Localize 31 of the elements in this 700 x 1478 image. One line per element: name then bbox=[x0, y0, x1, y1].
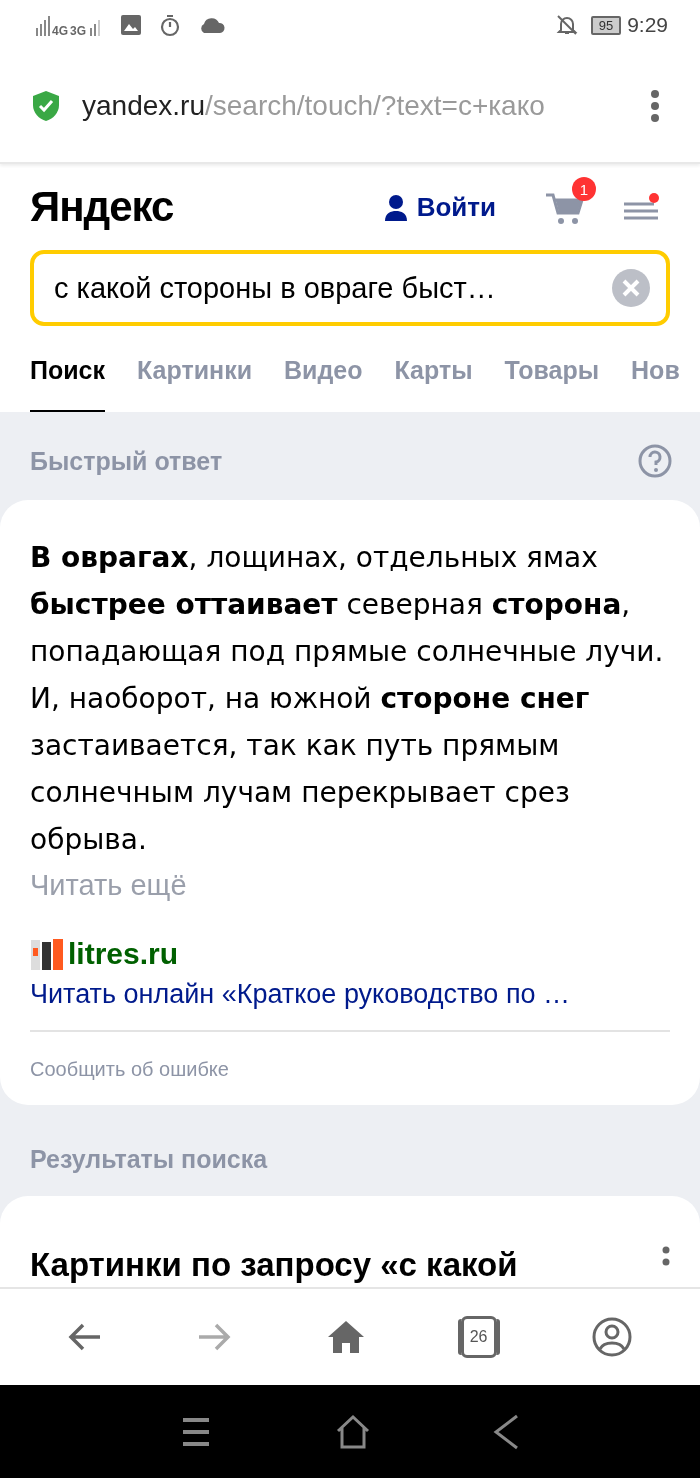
back-icon[interactable] bbox=[493, 1413, 519, 1450]
shield-check-icon bbox=[32, 90, 60, 122]
network-label: 3G bbox=[70, 24, 87, 38]
answer-text: В оврагах, лощинах, отдельных ямах быстрее оттаивает северная сторона, попадающая под прямые солнечные лучи. И, наоборот, на южной стороне снег застаивается, так как путь прямым солнечным лучам перекрывает срез обрыва. bbox=[30, 540, 665, 858]
muted-bell-icon bbox=[554, 13, 579, 37]
home-icon[interactable] bbox=[327, 1320, 365, 1354]
battery-icon: 95 bbox=[590, 15, 622, 35]
more-icon[interactable] bbox=[650, 89, 660, 123]
help-icon[interactable] bbox=[638, 444, 672, 478]
result-title[interactable]: Картинки по запросу «с какой bbox=[30, 1246, 518, 1284]
signal-icon bbox=[34, 14, 50, 36]
login-button[interactable]: Войти bbox=[382, 191, 496, 223]
logo[interactable]: Яндекс bbox=[30, 183, 383, 231]
books-icon bbox=[30, 938, 64, 970]
section-title: Результаты поиска bbox=[30, 1145, 268, 1174]
back-arrow-icon[interactable] bbox=[67, 1322, 102, 1352]
notification-badge: 1 bbox=[572, 177, 596, 201]
user-icon bbox=[382, 193, 409, 221]
image-icon bbox=[120, 14, 143, 36]
network-label: 4G bbox=[52, 24, 68, 38]
search-field[interactable]: с какой стороны в овраге быст… bbox=[30, 250, 670, 326]
section-title: Быстрый ответ bbox=[30, 446, 223, 476]
source-link[interactable]: litres.ru bbox=[68, 937, 179, 971]
home-icon[interactable] bbox=[335, 1413, 371, 1450]
account-icon[interactable] bbox=[592, 1317, 633, 1357]
clock-time: 9:29 bbox=[627, 13, 668, 37]
menu-icon[interactable] bbox=[622, 192, 660, 222]
tabs-button[interactable]: 26 bbox=[460, 1316, 497, 1358]
result-link[interactable]: Читать онлайн «Краткое руководство по … bbox=[30, 979, 670, 1010]
cloud-icon bbox=[198, 16, 227, 34]
url-text[interactable]: yandex.ru/search/touch/?text=с+како bbox=[82, 90, 628, 122]
